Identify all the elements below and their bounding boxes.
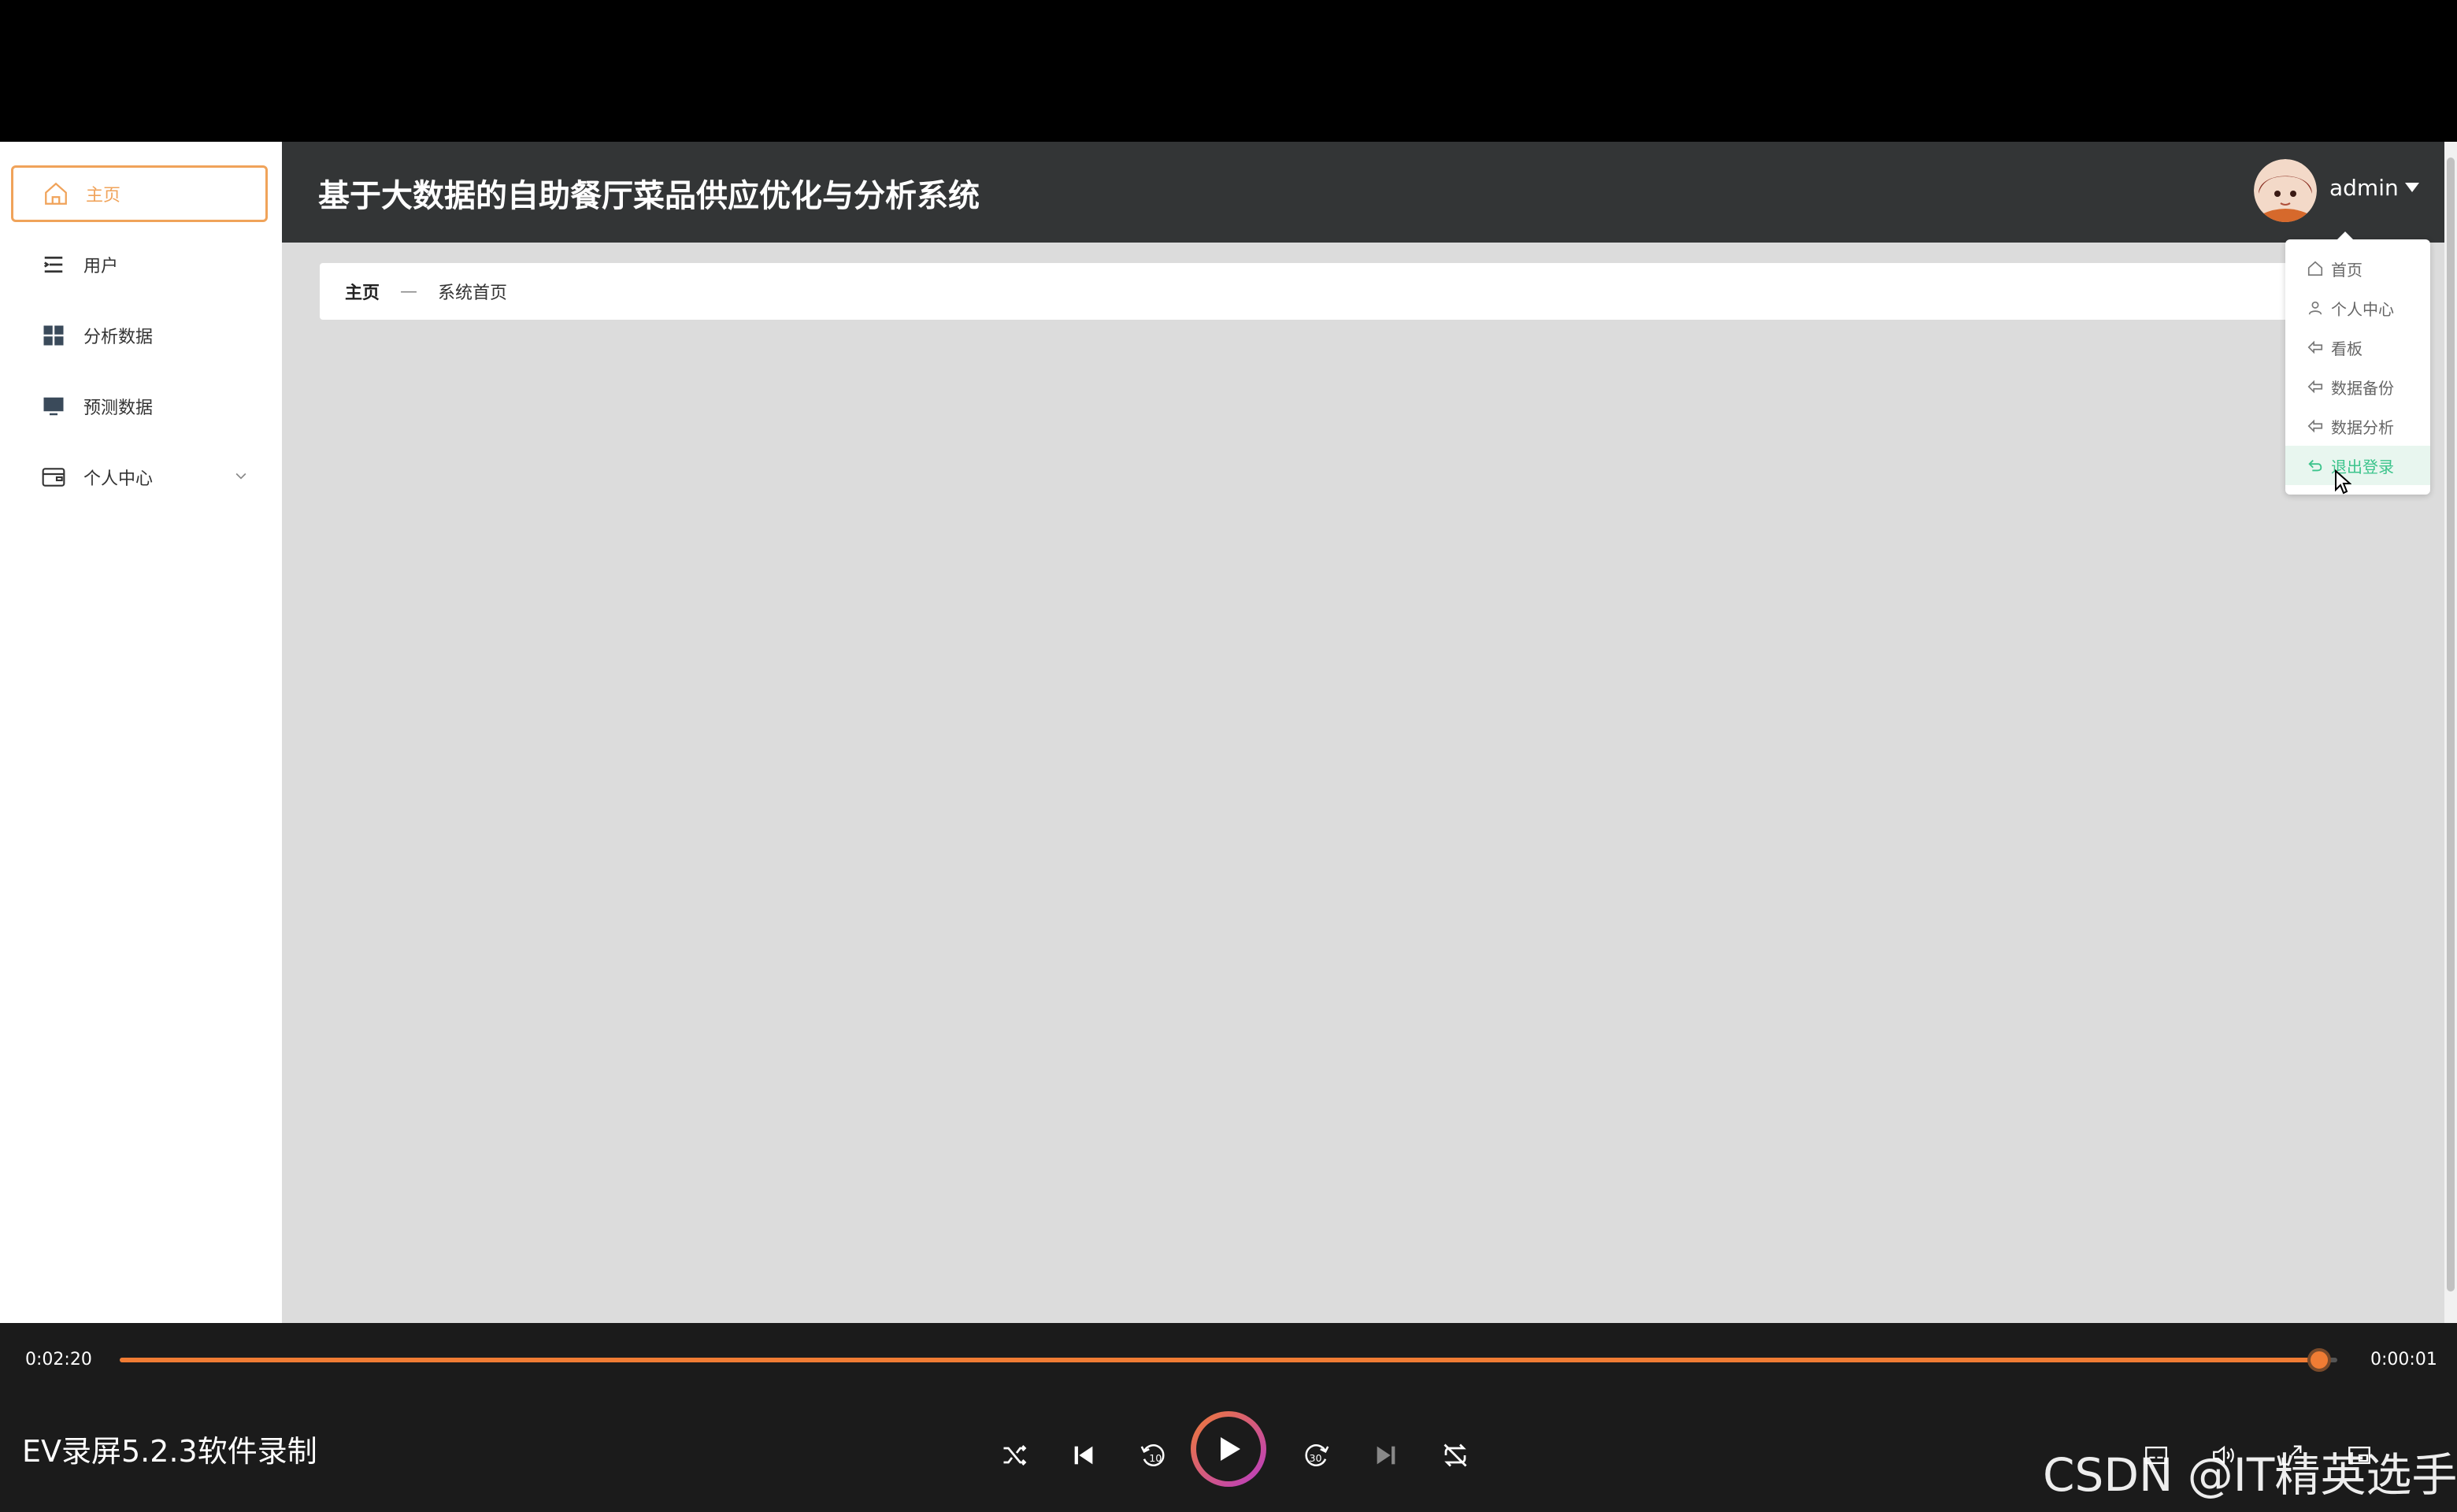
sidebar-item-home[interactable]: 主页	[11, 165, 268, 222]
menu-item-label: 数据备份	[2331, 378, 2394, 398]
menu-item-backup[interactable]: 数据备份	[2285, 367, 2430, 406]
grid-icon	[39, 321, 68, 350]
back-arrow-icon	[2306, 338, 2325, 357]
app-title: 基于大数据的自助餐厅菜品供应优化与分析系统	[318, 178, 980, 214]
watermark: CSDN @IT精英选手	[2043, 1448, 2457, 1502]
mouse-cursor-icon	[2334, 469, 2352, 495]
video-title: EV录屏5.2.3软件录制	[22, 1434, 317, 1469]
sidebar-item-prediction[interactable]: 预测数据	[11, 378, 268, 435]
sidebar-item-label: 分析数据	[83, 328, 154, 347]
user-dropdown-menu: 首页 个人中心 看板 数据备份 数据分析 退出登录	[2285, 232, 2430, 495]
menu-item-label: 个人中心	[2331, 299, 2394, 319]
vertical-scrollbar[interactable]	[2444, 142, 2457, 1323]
play-button[interactable]	[1191, 1411, 1266, 1487]
back-arrow-icon	[2306, 377, 2325, 396]
sidebar-item-users[interactable]: 用户	[11, 236, 268, 293]
sidebar-item-label: 预测数据	[83, 398, 154, 418]
next-icon[interactable]	[1369, 1438, 1403, 1473]
sidebar-item-label: 用户	[83, 257, 119, 276]
sidebar-item-label: 主页	[86, 186, 121, 206]
elapsed-time: 0:02:20	[25, 1350, 92, 1369]
breadcrumb-home[interactable]: 主页	[345, 279, 380, 304]
breadcrumb: 主页 — 系统首页	[320, 263, 2304, 320]
user-icon	[2306, 298, 2325, 317]
video-player: 0:02:20 0:00:01 EV录屏5.2.3软件录制 10 30 CSDN…	[0, 1323, 2457, 1512]
caret-down-icon[interactable]	[2405, 183, 2419, 192]
breadcrumb-separator: —	[400, 281, 418, 302]
repeat-off-icon[interactable]	[1438, 1438, 1473, 1473]
menu-item-label: 看板	[2331, 339, 2362, 358]
back-arrow-icon	[2306, 417, 2325, 435]
list-icon	[39, 250, 68, 279]
screen: 主页 用户 分析数据 预测数据 个人中心 基于大数据的自助餐厅菜品供应优化与分析…	[0, 0, 2457, 1512]
forward-30-icon[interactable]: 30	[1299, 1438, 1334, 1473]
main-content: 基于大数据的自助餐厅菜品供应优化与分析系统 admin 主页 — 系统首页	[282, 142, 2444, 1323]
menu-item-logout[interactable]: 退出登录	[2285, 446, 2430, 485]
play-icon	[1196, 1417, 1261, 1481]
home-icon	[42, 180, 70, 208]
monitor-icon	[39, 392, 68, 421]
wallet-icon	[39, 463, 68, 491]
progress-bar[interactable]	[120, 1348, 2337, 1372]
menu-item-label: 首页	[2331, 260, 2362, 280]
progress-knob[interactable]	[2307, 1348, 2332, 1372]
sidebar-item-profile[interactable]: 个人中心	[11, 449, 268, 506]
menu-item-label: 数据分析	[2331, 417, 2394, 437]
menu-item-analysis[interactable]: 数据分析	[2285, 406, 2430, 446]
chevron-down-icon[interactable]	[233, 468, 249, 484]
sidebar: 主页 用户 分析数据 预测数据 个人中心	[0, 142, 282, 1323]
user-name[interactable]: admin	[2329, 175, 2399, 201]
previous-icon[interactable]	[1066, 1438, 1101, 1473]
svg-text:10: 10	[1149, 1452, 1162, 1464]
svg-text:30: 30	[1310, 1452, 1322, 1464]
menu-item-profile[interactable]: 个人中心	[2285, 288, 2430, 328]
menu-item-home[interactable]: 首页	[2285, 249, 2430, 288]
sidebar-item-label: 个人中心	[83, 469, 154, 489]
home-icon	[2306, 259, 2325, 278]
progress-fill	[120, 1358, 2320, 1362]
remaining-time: 0:00:01	[2370, 1350, 2437, 1369]
logout-icon	[2306, 456, 2325, 475]
shuffle-icon[interactable]	[997, 1438, 1032, 1473]
avatar[interactable]	[2254, 159, 2317, 222]
breadcrumb-current: 系统首页	[438, 284, 508, 303]
top-header: 基于大数据的自助餐厅菜品供应优化与分析系统 admin	[282, 142, 2444, 243]
sidebar-item-analysis[interactable]: 分析数据	[11, 307, 268, 364]
rewind-10-icon[interactable]: 10	[1136, 1438, 1170, 1473]
menu-item-dashboard[interactable]: 看板	[2285, 328, 2430, 367]
scrollbar-thumb[interactable]	[2447, 158, 2455, 1292]
